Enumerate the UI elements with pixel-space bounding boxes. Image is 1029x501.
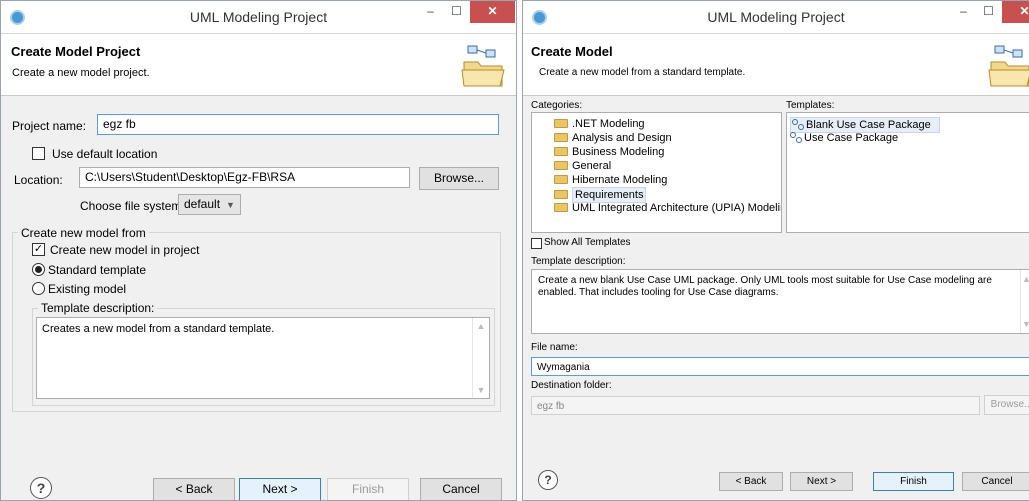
file-name-label: File name:	[531, 342, 578, 353]
maximize-icon[interactable]: ☐	[443, 1, 470, 23]
list-item[interactable]: UML Integrated Architecture (UPIA) Model…	[554, 201, 781, 215]
list-item[interactable]: Use Case Package	[790, 131, 1029, 145]
page-title: Create Model Project	[11, 44, 141, 59]
use-case-package-icon	[792, 119, 804, 130]
page-description: Create a new model project.	[12, 67, 150, 79]
back-button[interactable]: < Back	[719, 472, 783, 491]
destination-folder-input[interactable]: egz fb	[531, 396, 980, 415]
close-icon[interactable]: ✕	[1002, 1, 1029, 23]
page-title: Create Model	[531, 44, 613, 59]
finish-button[interactable]: Finish	[873, 472, 954, 491]
title-bar[interactable]: UML Modeling Project – ☐ ✕	[1, 1, 516, 34]
file-system-select[interactable]: default ▼	[178, 194, 241, 215]
scroll-up-icon[interactable]: ▲	[1021, 273, 1029, 285]
existing-model-radio[interactable]	[32, 282, 45, 295]
create-new-model-label: Create new model in project	[50, 243, 200, 257]
title-bar[interactable]: UML Modeling Project – ☐ ✕	[523, 1, 1029, 34]
folder-icon	[554, 147, 568, 156]
create-model-project-window: UML Modeling Project – ☐ ✕ Create Model …	[0, 0, 517, 501]
browse-button[interactable]: Browse...	[984, 395, 1029, 415]
new-project-wizard-icon	[461, 45, 505, 87]
create-model-group-label: Create new model from	[18, 226, 149, 240]
chevron-down-icon: ▼	[226, 200, 235, 210]
create-new-model-checkbox[interactable]: ✓	[32, 243, 45, 256]
list-item[interactable]: .NET Modeling	[554, 117, 781, 131]
new-model-wizard-icon	[988, 45, 1029, 87]
help-icon[interactable]: ?	[30, 477, 52, 499]
cancel-button[interactable]: Cancel	[420, 478, 502, 500]
list-item[interactable]: Business Modeling	[554, 145, 781, 159]
minimize-icon[interactable]: –	[950, 1, 977, 23]
template-description-text: Create a new blank Use Case UML package.…	[531, 269, 1029, 334]
list-item[interactable]: Hibernate Modeling	[554, 173, 781, 187]
wizard-header: Create Model Create a new model from a s…	[523, 34, 1029, 96]
folder-icon	[554, 133, 568, 142]
show-all-templates-checkbox[interactable]	[531, 238, 542, 249]
scroll-down-icon[interactable]: ▼	[1021, 318, 1029, 330]
categories-list[interactable]: .NET Modeling Analysis and Design Busine…	[531, 112, 782, 233]
templates-label: Templates:	[786, 100, 835, 111]
scrollbar[interactable]: ▲ ▼	[472, 318, 489, 398]
help-icon[interactable]: ?	[538, 470, 558, 490]
location-label: Location:	[14, 173, 63, 187]
categories-label: Categories:	[531, 100, 583, 111]
scroll-up-icon[interactable]: ▲	[473, 321, 489, 331]
template-description-text: Creates a new model from a standard temp…	[36, 317, 490, 399]
template-description-label: Template description:	[531, 256, 626, 267]
location-input[interactable]: C:\Users\Student\Desktop\Egz-FB\RSA	[79, 167, 410, 188]
folder-icon	[554, 190, 568, 199]
finish-button[interactable]: Finish	[327, 478, 409, 500]
next-button[interactable]: Next >	[790, 472, 853, 491]
browse-button[interactable]: Browse...	[419, 167, 499, 190]
template-description-label: Template description:	[38, 301, 158, 315]
scrollbar[interactable]: ▲ ▼	[1020, 270, 1029, 333]
wizard-header: Create Model Project Create a new model …	[1, 34, 516, 96]
close-icon[interactable]: ✕	[470, 1, 515, 23]
project-name-label: Project name:	[12, 119, 87, 133]
file-name-input[interactable]: Wymagania	[531, 357, 1029, 376]
cancel-button[interactable]: Cancel	[962, 472, 1029, 491]
use-default-location-checkbox[interactable]	[32, 147, 45, 160]
file-system-value: default	[184, 197, 221, 211]
next-button[interactable]: Next >	[239, 478, 321, 500]
scroll-down-icon[interactable]: ▼	[473, 385, 489, 395]
template-description-content: Creates a new model from a standard temp…	[42, 323, 275, 335]
create-model-window: UML Modeling Project – ☐ ✕ Create Model …	[522, 0, 1029, 501]
destination-folder-label: Destination folder:	[531, 380, 612, 391]
folder-icon	[554, 119, 568, 128]
list-item[interactable]: Requirements	[554, 187, 781, 203]
show-all-templates-label: Show All Templates	[544, 237, 631, 248]
use-default-location-label: Use default location	[52, 147, 158, 161]
templates-list[interactable]: Blank Use Case Package Use Case Package	[786, 112, 1029, 233]
folder-icon	[554, 175, 568, 184]
template-description-content: Create a new blank Use Case UML package.…	[538, 275, 992, 298]
standard-template-label: Standard template	[48, 263, 147, 277]
use-case-package-icon	[790, 132, 802, 143]
file-system-label: Choose file system:	[80, 199, 185, 213]
list-item[interactable]: Analysis and Design	[554, 131, 781, 145]
list-item[interactable]: General	[554, 159, 781, 173]
existing-model-label: Existing model	[48, 282, 127, 296]
maximize-icon[interactable]: ☐	[975, 1, 1002, 23]
minimize-icon[interactable]: –	[417, 1, 444, 23]
folder-icon	[554, 203, 568, 212]
back-button[interactable]: < Back	[153, 478, 235, 500]
standard-template-radio[interactable]	[32, 263, 45, 276]
list-item[interactable]: Blank Use Case Package	[790, 117, 1029, 133]
page-description: Create a new model from a standard templ…	[539, 67, 746, 78]
project-name-input[interactable]: egz fb	[97, 114, 499, 135]
folder-icon	[554, 161, 568, 170]
